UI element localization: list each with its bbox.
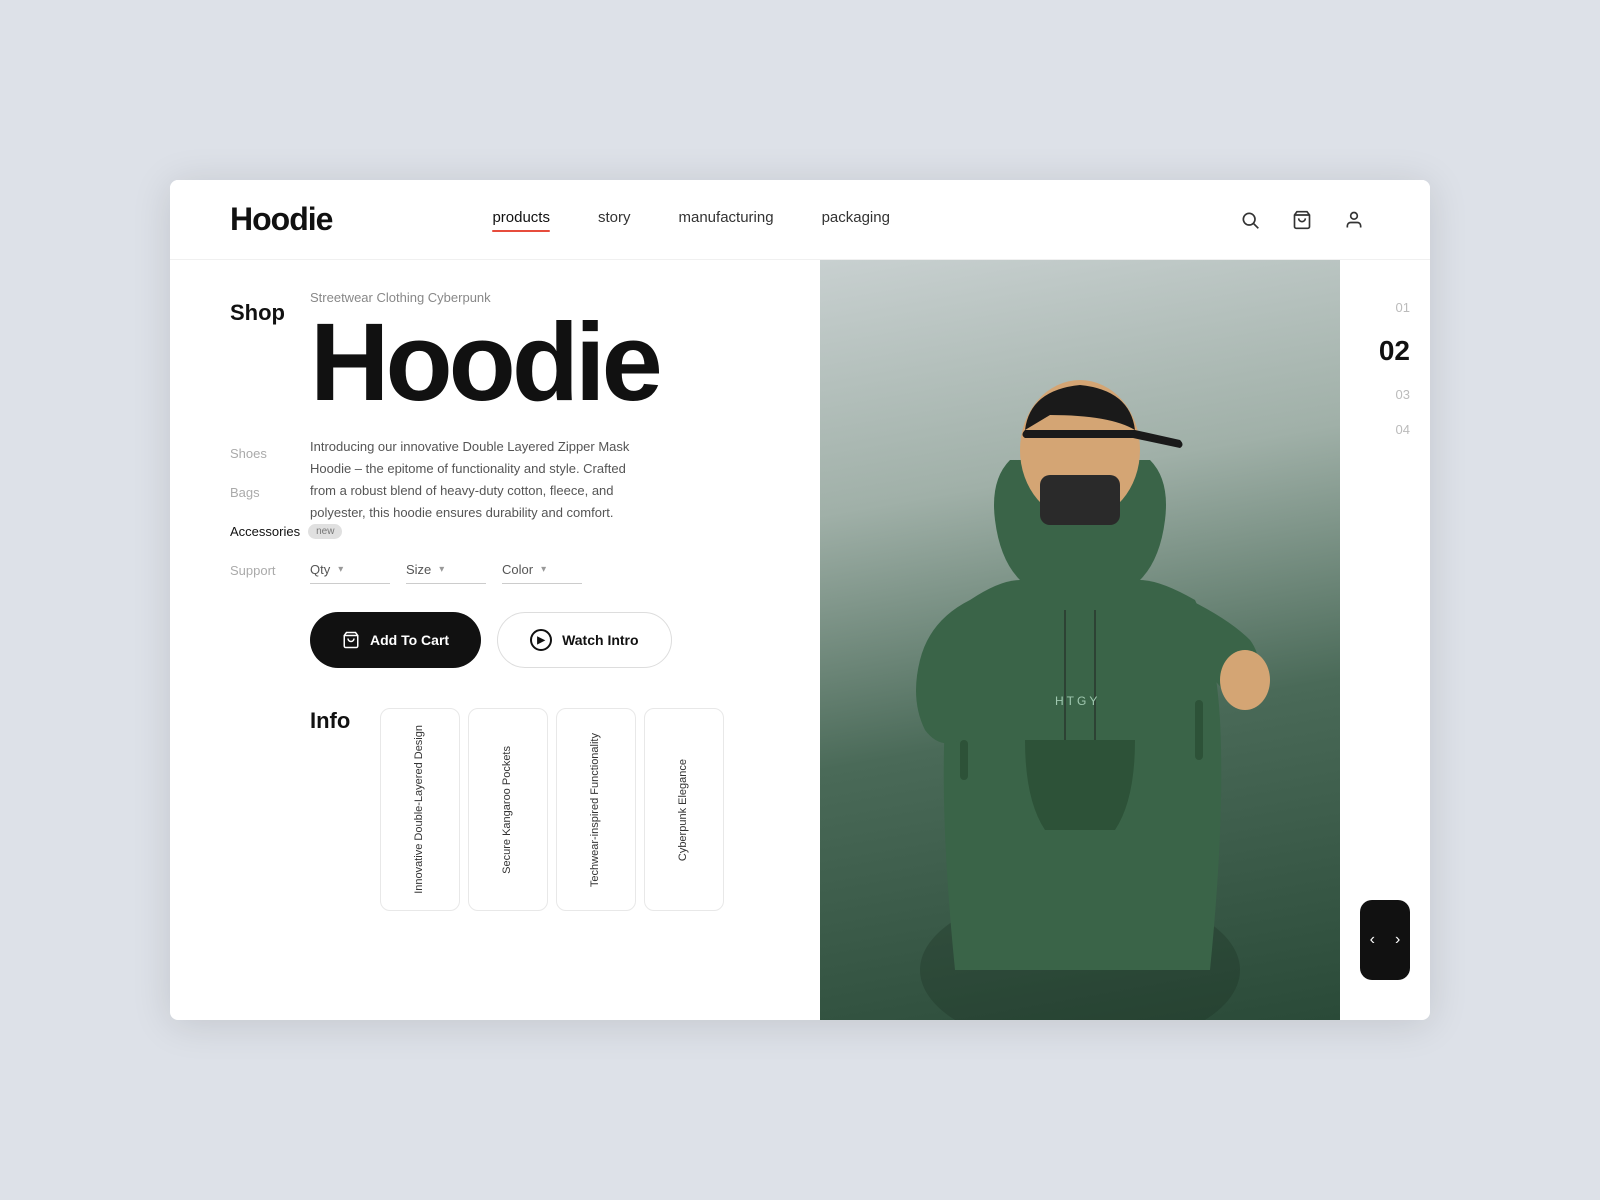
info-card-2: Techwear-inspired Functionality: [556, 708, 636, 911]
svg-text:HTGY: HTGY: [1055, 694, 1100, 708]
info-label: Info: [310, 708, 360, 734]
user-icon[interactable]: [1338, 204, 1370, 236]
prev-arrow-button[interactable]: ‹: [1370, 931, 1375, 949]
watch-intro-button[interactable]: ▶ Watch Intro: [497, 612, 671, 668]
hero-image: HTGY: [820, 260, 1340, 1020]
nav-manufacturing[interactable]: manufacturing: [679, 209, 774, 230]
chevron-down-icon: ▾: [439, 564, 444, 575]
add-to-cart-button[interactable]: Add To Cart: [310, 612, 481, 668]
info-card-0: Innovative Double-Layered Design: [380, 708, 460, 911]
slide-03[interactable]: 03: [1396, 387, 1410, 402]
cart-icon: [342, 631, 360, 649]
slide-02[interactable]: 02: [1379, 335, 1410, 367]
action-buttons: Add To Cart ▶ Watch Intro: [310, 612, 780, 668]
left-sidebar: Shop Shoes Bags Accessories new Support: [170, 260, 290, 1020]
chevron-down-icon: ▾: [338, 564, 343, 575]
color-dropdown[interactable]: Color ▾: [502, 556, 582, 584]
search-icon[interactable]: [1234, 204, 1266, 236]
product-section: Streetwear Clothing Cyberpunk Hoodie Int…: [290, 260, 820, 1020]
logo[interactable]: Hoodie: [230, 201, 332, 238]
sidebar-item-accessories[interactable]: Accessories new: [230, 524, 270, 539]
next-arrow-button[interactable]: ›: [1395, 931, 1400, 949]
play-icon: ▶: [530, 629, 552, 651]
sidebar-item-shoes[interactable]: Shoes: [230, 446, 270, 461]
cart-icon[interactable]: [1286, 204, 1318, 236]
sidebar-item-support[interactable]: Support: [230, 563, 270, 578]
sidebar-item-bags[interactable]: Bags: [230, 485, 270, 500]
navigation-arrows: ‹ ›: [1360, 900, 1410, 980]
sidebar-navigation: Shoes Bags Accessories new Support: [230, 446, 270, 578]
header-icons: [1234, 204, 1370, 236]
product-title: Hoodie: [310, 313, 780, 412]
nav-products[interactable]: products: [492, 209, 550, 230]
product-dropdowns: Qty ▾ Size ▾ Color ▾: [310, 556, 780, 584]
slide-04[interactable]: 04: [1396, 422, 1410, 437]
info-section: Info Innovative Double-Layered Design Se…: [310, 708, 780, 911]
nav-story[interactable]: story: [598, 209, 631, 230]
slide-01[interactable]: 01: [1396, 300, 1410, 315]
product-background: HTGY: [820, 260, 1340, 1020]
person-illustration: HTGY: [870, 320, 1290, 1020]
size-dropdown[interactable]: Size ▾: [406, 556, 486, 584]
info-card-3: Cyberpunk Elegance: [644, 708, 724, 911]
slide-numbers: 01 02 03 04: [1360, 300, 1410, 437]
main-window: Hoodie products story manufacturing pack…: [170, 180, 1430, 1020]
shop-label: Shop: [230, 300, 270, 326]
main-nav: products story manufacturing packaging: [492, 209, 890, 230]
qty-dropdown[interactable]: Qty ▾: [310, 556, 390, 584]
product-description: Introducing our innovative Double Layere…: [310, 436, 650, 524]
info-card-1: Secure Kangaroo Pockets: [468, 708, 548, 911]
header: Hoodie products story manufacturing pack…: [170, 180, 1430, 260]
chevron-down-icon: ▾: [541, 564, 546, 575]
nav-packaging[interactable]: packaging: [822, 209, 890, 230]
right-sidebar: 01 02 03 04 ‹ ›: [1340, 260, 1430, 1020]
main-content: Shop Shoes Bags Accessories new Support …: [170, 260, 1430, 1020]
info-cards: Innovative Double-Layered Design Secure …: [380, 708, 732, 911]
